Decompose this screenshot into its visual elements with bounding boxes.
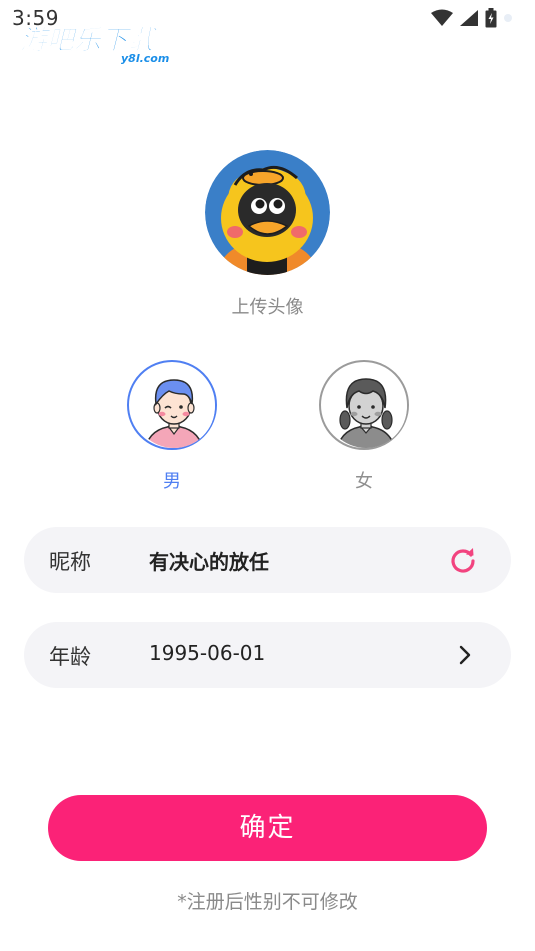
signal-icon (460, 10, 478, 26)
refresh-icon[interactable] (449, 546, 477, 574)
gender-male-label: 男 (163, 471, 181, 492)
profile-setup-screen: 3:59 游吧乐下载 y8l.com 上传头像 男 女 昵称 有决心的放任 年龄… (0, 0, 535, 951)
avatar-upload[interactable] (205, 150, 330, 275)
status-icons (431, 8, 513, 28)
duck-avatar-image (205, 150, 330, 275)
watermark-logo: 游吧乐下载 y8l.com (18, 20, 188, 66)
gender-male-option[interactable] (127, 360, 217, 450)
confirm-button[interactable]: 确定 (48, 795, 487, 861)
girl-avatar-icon (325, 366, 407, 448)
wifi-icon (431, 9, 453, 26)
upload-avatar-label[interactable]: 上传头像 (0, 293, 535, 319)
boy-avatar-icon (133, 366, 215, 448)
age-label: 年龄 (49, 645, 91, 669)
nickname-label: 昵称 (49, 550, 91, 574)
gender-notice: *注册后性别不可修改 (177, 891, 358, 913)
gender-female-option[interactable] (319, 360, 409, 450)
nickname-value[interactable]: 有决心的放任 (149, 546, 269, 575)
age-field[interactable]: 年龄 1995-06-01 (24, 622, 511, 688)
battery-icon (485, 8, 497, 28)
status-dot-icon (504, 14, 512, 22)
nickname-field[interactable]: 昵称 有决心的放任 (24, 527, 511, 593)
age-value[interactable]: 1995-06-01 (149, 641, 265, 665)
chevron-right-icon[interactable] (457, 644, 473, 666)
svg-text:y8l.com: y8l.com (121, 52, 169, 65)
gender-female-label: 女 (355, 471, 373, 492)
